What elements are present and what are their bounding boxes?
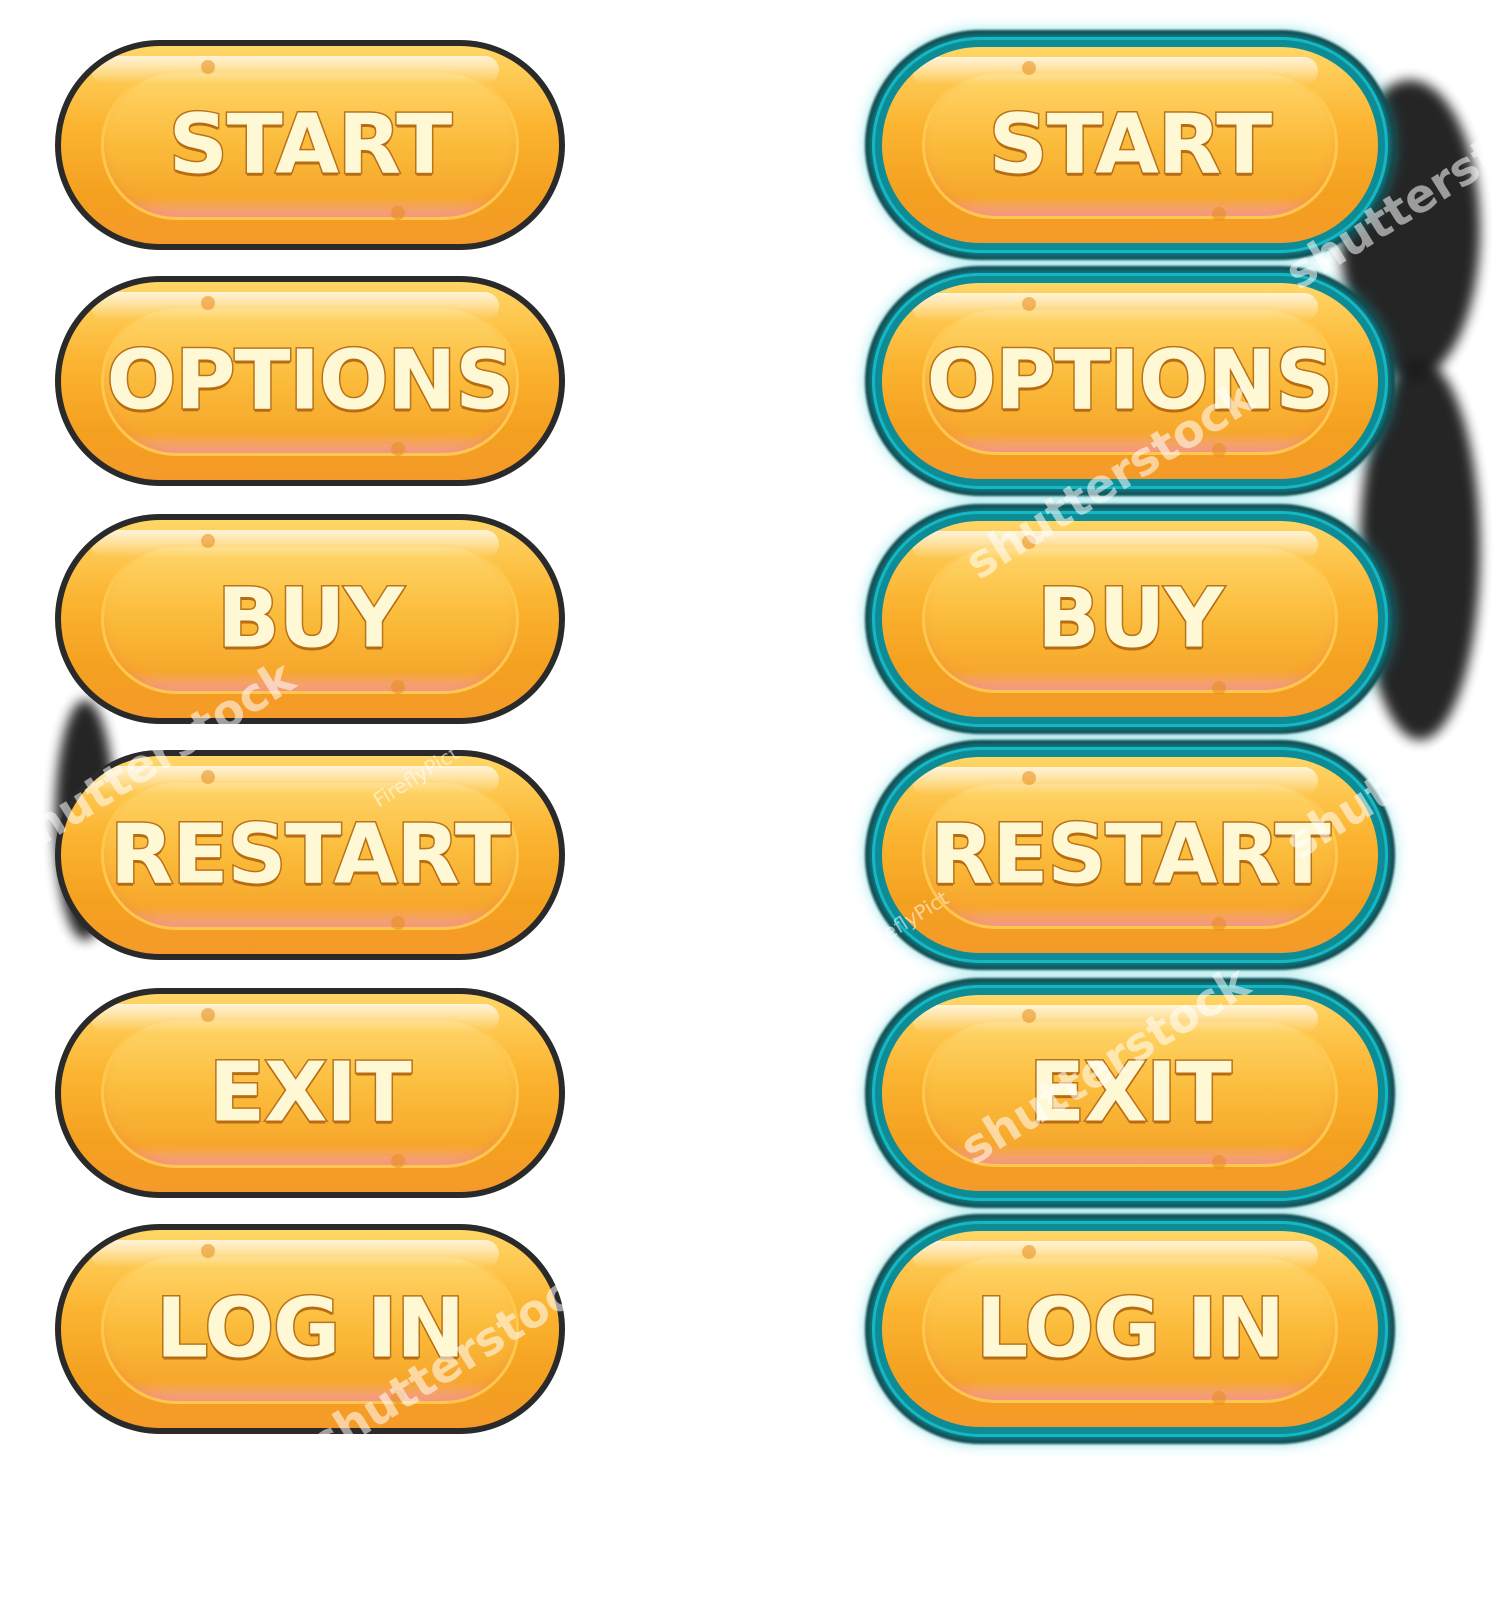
start-button-label: START [167, 96, 453, 194]
exit-button[interactable]: EXIT [55, 988, 565, 1198]
start-button-highlighted[interactable]: START [875, 40, 1385, 250]
button-face: START [882, 47, 1378, 243]
log-in-button-label: LOG IN [974, 1280, 1286, 1378]
options-button-highlighted[interactable]: OPTIONS [875, 276, 1385, 486]
log-in-button-label: LOG IN [154, 1280, 466, 1378]
options-button[interactable]: OPTIONS [55, 276, 565, 486]
button-face: RESTART [882, 757, 1378, 953]
exit-button-highlighted[interactable]: EXIT [875, 988, 1385, 1198]
button-face: RESTART [61, 756, 559, 954]
right-button-column: START OPTIONS BUY RESTART EXIT LOG IN [875, 0, 1395, 1600]
left-button-column: START OPTIONS BUY RESTART EXIT LOG IN [55, 0, 575, 1600]
start-button[interactable]: START [55, 40, 565, 250]
buy-button-highlighted[interactable]: BUY [875, 514, 1385, 724]
options-button-label: OPTIONS [105, 332, 516, 430]
exit-button-label: EXIT [1028, 1044, 1234, 1142]
restart-button-label: RESTART [109, 806, 513, 904]
log-in-button[interactable]: LOG IN [55, 1224, 565, 1434]
button-face: START [61, 46, 559, 244]
button-face: LOG IN [61, 1230, 559, 1428]
buy-button[interactable]: BUY [55, 514, 565, 724]
exit-button-label: EXIT [208, 1044, 414, 1142]
button-face: EXIT [61, 994, 559, 1192]
options-button-label: OPTIONS [925, 332, 1336, 430]
restart-button-label: RESTART [929, 806, 1333, 904]
button-face: OPTIONS [882, 283, 1378, 479]
restart-button-highlighted[interactable]: RESTART [875, 750, 1385, 960]
start-button-label: START [987, 96, 1273, 194]
button-face: BUY [61, 520, 559, 718]
buy-button-label: BUY [1036, 570, 1225, 668]
button-face: EXIT [882, 995, 1378, 1191]
button-face: BUY [882, 521, 1378, 717]
button-face: OPTIONS [61, 282, 559, 480]
log-in-button-highlighted[interactable]: LOG IN [875, 1224, 1385, 1434]
button-face: LOG IN [882, 1231, 1378, 1427]
buy-button-label: BUY [216, 570, 405, 668]
restart-button[interactable]: RESTART [55, 750, 565, 960]
